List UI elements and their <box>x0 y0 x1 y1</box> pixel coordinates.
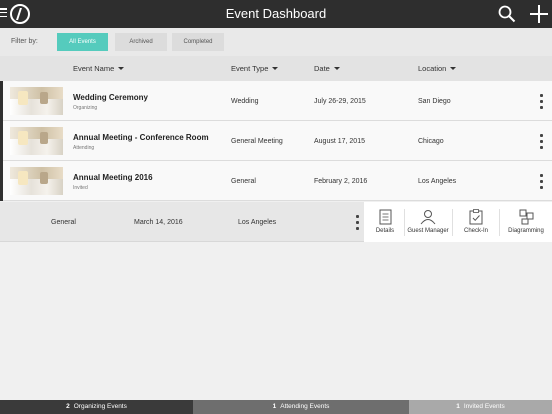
event-role: Invited <box>73 185 88 191</box>
tab-count: 1 <box>456 403 460 410</box>
kebab-icon[interactable] <box>540 94 543 110</box>
event-thumbnail <box>10 87 63 115</box>
event-location: Chicago <box>418 138 444 145</box>
page-title: Event Dashboard <box>225 6 327 21</box>
filter-bar: Filter by: All Events Archived Completed <box>0 28 552 56</box>
bottom-tab-bar: 2 Organizing Events 1 Attending Events 1 In… <box>0 400 552 414</box>
tab-invited-events[interactable]: 1 Invited Events <box>409 400 552 414</box>
kebab-icon[interactable] <box>356 215 359 231</box>
sort-caret-icon <box>333 67 340 70</box>
details-label: Details <box>375 228 395 234</box>
event-name: Annual Meeting 2016 <box>73 173 153 182</box>
top-bar: Event Dashboard <box>0 0 552 28</box>
event-type: General Meeting <box>231 138 283 145</box>
clipboard-check-icon <box>469 209 483 225</box>
sort-caret-icon <box>272 67 279 70</box>
tab-label: Attending Events <box>280 403 330 410</box>
kebab-icon[interactable] <box>540 174 543 190</box>
filter-archived-button[interactable]: Archived <box>115 33 167 51</box>
row-accent <box>0 81 3 121</box>
document-icon <box>379 209 392 225</box>
sort-caret-icon <box>450 67 457 70</box>
check-in-button[interactable]: Check-In <box>453 202 499 242</box>
column-header: Event Name Event Type Date Location <box>0 56 552 81</box>
tab-count: 2 <box>66 403 70 410</box>
event-thumbnail <box>10 127 63 155</box>
diagram-icon <box>519 209 534 225</box>
event-type: General <box>231 178 256 185</box>
filter-completed-button[interactable]: Completed <box>172 33 224 51</box>
details-button[interactable]: Details <box>366 202 404 242</box>
column-location[interactable]: Location <box>418 64 457 73</box>
plus-icon[interactable] <box>529 4 549 24</box>
event-name: Wedding Ceremony <box>73 93 148 102</box>
column-event-type[interactable]: Event Type <box>231 64 279 73</box>
event-date: August 17, 2015 <box>314 138 365 145</box>
filter-label: Filter by: <box>11 38 38 45</box>
event-thumbnail <box>10 167 63 195</box>
diagramming-label: Diagramming <box>508 228 544 234</box>
event-date: March 14, 2016 <box>134 219 183 226</box>
column-event-name[interactable]: Event Name <box>73 64 125 73</box>
sort-caret-icon <box>118 67 125 70</box>
event-location: Los Angeles <box>418 178 457 185</box>
filter-all-events-button[interactable]: All Events <box>57 33 108 51</box>
event-role: Organizing <box>73 105 98 111</box>
event-type: General <box>51 219 76 226</box>
event-row[interactable]: Wedding Ceremony Organizing Wedding July… <box>0 81 552 121</box>
event-role: Attending <box>73 145 95 151</box>
event-row-expanded[interactable]: General March 14, 2016 Los Angeles Detai… <box>0 202 552 242</box>
event-type: Wedding <box>231 98 259 105</box>
row-accent <box>0 121 3 161</box>
event-location: San Diego <box>418 98 451 105</box>
event-date: July 26-29, 2015 <box>314 98 366 105</box>
tab-label: Organizing Events <box>73 403 127 410</box>
kebab-icon[interactable] <box>540 134 543 150</box>
column-date[interactable]: Date <box>314 64 340 73</box>
row-actions-panel: Details Guest Manager Check-In Diagrammi… <box>364 202 552 242</box>
search-icon[interactable] <box>498 5 516 23</box>
tab-organizing-events[interactable]: 2 Organizing Events <box>0 400 193 414</box>
tab-label: Invited Events <box>463 403 505 410</box>
diagramming-button[interactable]: Diagramming <box>500 202 552 242</box>
event-row[interactable]: Annual Meeting 2016 Invited General Febr… <box>0 161 552 201</box>
guest-manager-button[interactable]: Guest Manager <box>405 202 451 242</box>
event-row[interactable]: Annual Meeting - Conference Room Attendi… <box>0 121 552 161</box>
guest-manager-label: Guest Manager <box>407 228 449 234</box>
event-date: February 2, 2016 <box>314 178 368 185</box>
tab-attending-events[interactable]: 1 Attending Events <box>193 400 409 414</box>
event-name: Annual Meeting - Conference Room <box>73 133 209 142</box>
guests-icon <box>420 210 436 225</box>
row-accent <box>0 161 3 201</box>
event-location: Los Angeles <box>238 219 277 226</box>
tab-count: 1 <box>272 403 277 410</box>
check-in-label: Check-In <box>463 228 488 234</box>
